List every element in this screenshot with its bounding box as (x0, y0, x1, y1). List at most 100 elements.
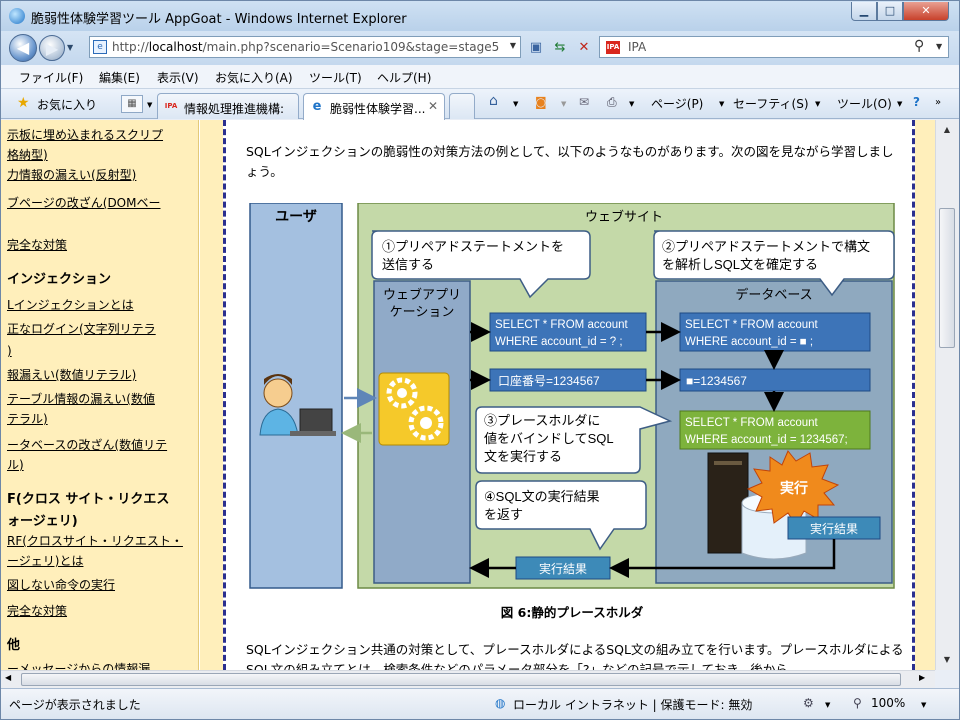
stop-icon[interactable]: ✕ (575, 39, 593, 57)
sidebar-link[interactable]: Lインジェクションとは (7, 296, 134, 313)
tab-appgoat[interactable]: e 脆弱性体験学習... ✕ (303, 93, 445, 120)
app-label-2: ケーション (390, 304, 455, 319)
sidebar-link[interactable]: 格納型) (7, 146, 48, 163)
scroll-up-icon[interactable]: ▲ (938, 122, 956, 138)
safety-dropdown-icon[interactable]: ▼ (815, 100, 820, 108)
menu-tools[interactable]: ツール(T) (309, 69, 362, 86)
vertical-scroll-thumb[interactable] (939, 208, 955, 348)
print-dropdown-icon[interactable]: ▼ (629, 100, 634, 108)
menu-edit[interactable]: 編集(E) (99, 69, 140, 86)
address-bar[interactable]: e http://localhost/main.php?scenario=Sce… (89, 36, 521, 58)
tab-row: ★ お気に入り ▦ ▼ IPA 情報処理推進機構: e 脆弱性体験学習... ✕… (1, 89, 959, 120)
home-dropdown-icon[interactable]: ▼ (513, 100, 518, 108)
toolbar-overflow-icon[interactable]: » (935, 97, 941, 108)
sidebar-heading: F(クロス サイト・リクエス (7, 492, 170, 507)
menu-favorites[interactable]: お気に入り(A) (215, 69, 293, 86)
tab-close-icon[interactable]: ✕ (428, 99, 438, 113)
address-url[interactable]: http://localhost/main.php?scenario=Scena… (112, 40, 499, 54)
main-article: SQLインジェクションの脆弱性の対策方法の例として、以下のようなものがあります。… (223, 120, 915, 670)
menu-help[interactable]: ヘルプ(H) (377, 69, 431, 86)
print-icon[interactable]: ⎙ (607, 95, 617, 110)
help-icon[interactable]: ? (913, 95, 920, 109)
svg-text:を解析しSQL文を確定する: を解析しSQL文を確定する (662, 257, 818, 272)
sidebar-link[interactable]: ージェリ)とは (7, 552, 83, 569)
user-label: ユーザ (275, 208, 317, 224)
zoom-icon[interactable]: ⚲ (853, 696, 862, 710)
scroll-left-icon[interactable]: ◀ (5, 673, 11, 682)
page-dropdown-icon[interactable]: ▼ (719, 100, 724, 108)
favorites-star-icon[interactable]: ★ (17, 95, 30, 111)
sidebar-link[interactable]: 完全な対策 (7, 236, 67, 253)
sidebar-heading: インジェクション (7, 272, 112, 287)
sidebar-link[interactable]: テラル) (7, 410, 48, 427)
sidebar-link[interactable]: ブページの改ざん(DOMベー (7, 194, 160, 211)
sidebar-link[interactable]: 完全な対策 (7, 602, 67, 619)
sidebar-link[interactable]: 力情報の漏えい(反射型) (7, 166, 136, 183)
sidebar-heading: ォージェリ) (7, 514, 78, 529)
sidebar-link[interactable]: RF(クロスサイト・リクエスト・ (7, 532, 183, 549)
nav-history-dropdown-icon[interactable]: ▼ (67, 43, 73, 52)
page-menu[interactable]: ページ(P) (651, 95, 703, 112)
scroll-right-icon[interactable]: ▶ (919, 673, 925, 682)
feeds-dropdown-icon[interactable]: ▼ (561, 100, 566, 108)
sidebar-link[interactable]: ータベースの改ざん(数値リテ (7, 436, 167, 453)
sidebar-link[interactable]: 示板に埋め込まれるスクリプ (7, 126, 163, 143)
tab-list-dropdown-icon[interactable]: ▼ (147, 101, 152, 109)
favorites-button[interactable]: お気に入り (37, 96, 97, 113)
back-button[interactable]: ◀ (9, 34, 37, 62)
search-dropdown-icon[interactable]: ▼ (936, 42, 942, 51)
svg-text:値をバインドしてSQL: 値をバインドしてSQL (484, 431, 614, 446)
compatibility-view-icon[interactable]: ▣ (527, 39, 545, 57)
db-label: データベース (735, 287, 812, 302)
execute-label: 実行 (780, 480, 808, 496)
menu-file[interactable]: ファイル(F) (19, 69, 83, 86)
ie-page-icon: e (312, 99, 322, 114)
param-db-text: ■=1234567 (686, 374, 747, 388)
tools-dropdown-icon[interactable]: ▼ (897, 100, 902, 108)
horizontal-scrollbar[interactable]: ◀ ▶ (1, 670, 935, 688)
tab-ipa[interactable]: IPA 情報処理推進機構: (157, 93, 299, 119)
tools-menu[interactable]: ツール(O) (837, 95, 892, 112)
address-dropdown-icon[interactable]: ▼ (510, 41, 516, 50)
search-provider-logo: IPA (606, 41, 620, 54)
search-icon[interactable]: ⚲ (914, 38, 924, 54)
tab-label: 情報処理推進機構: (184, 102, 285, 116)
quick-tabs-icon[interactable]: ▦ (121, 95, 143, 113)
sidebar-link[interactable]: 正なログイン(文字列リテラ (7, 320, 156, 337)
svg-text:④SQL文の実行結果: ④SQL文の実行結果 (484, 489, 600, 504)
sidebar-link[interactable]: 報漏えい(数値リテラル) (7, 366, 136, 383)
search-input[interactable]: IPA IPA ⚲ ▼ (599, 36, 949, 58)
feeds-icon[interactable]: ◙ (535, 95, 547, 109)
sidebar-link[interactable]: 図しない命令の実行 (7, 576, 115, 593)
forward-button[interactable]: ▶ (39, 35, 65, 61)
mail-icon[interactable]: ✉ (579, 95, 589, 109)
sql-exec-line2: WHERE account_id = 1234567; (685, 434, 848, 446)
status-text: ページが表示されました (9, 698, 141, 712)
scroll-down-icon[interactable]: ▼ (938, 652, 956, 668)
sidebar-link[interactable]: テーブル情報の漏えい(数値 (7, 390, 155, 407)
ie-logo-icon (9, 8, 25, 24)
second-paragraph: SQLインジェクション共通の対策として、プレースホルダによるSQL文の組み立てを… (246, 642, 904, 670)
security-zone[interactable]: ローカル イントラネット | 保護モード: 無効 (513, 696, 752, 713)
protected-mode-icon[interactable]: ⚙ (803, 696, 814, 710)
maximize-button[interactable]: □ (877, 2, 903, 21)
zoom-dropdown-icon[interactable]: ▼ (921, 701, 926, 709)
protected-dropdown-icon[interactable]: ▼ (825, 701, 830, 709)
svg-text:文を実行する: 文を実行する (484, 449, 562, 464)
sidebar-link[interactable]: ーメッセージからの情報漏 (7, 660, 150, 670)
new-tab-button[interactable] (449, 93, 475, 119)
horizontal-scroll-thumb[interactable] (21, 673, 901, 686)
sidebar-heading: 他 (7, 638, 21, 653)
close-button[interactable]: ✕ (903, 2, 949, 21)
zoom-level[interactable]: 100% (871, 696, 905, 710)
sidebar-link[interactable]: ル) (7, 456, 24, 473)
minimize-button[interactable]: ▁ (851, 2, 877, 21)
vertical-scrollbar[interactable]: ▲ ▼ (935, 120, 959, 670)
refresh-icon[interactable]: ⇆ (551, 39, 569, 57)
safety-menu[interactable]: セーフティ(S) (733, 95, 809, 112)
sidebar-link[interactable]: ) (7, 344, 12, 358)
svg-text:①プリペアドステートメントを: ①プリペアドステートメントを (382, 239, 564, 254)
menu-view[interactable]: 表示(V) (157, 69, 199, 86)
app-label-1: ウェブアプリ (383, 287, 461, 302)
home-icon[interactable]: ⌂ (489, 93, 498, 109)
